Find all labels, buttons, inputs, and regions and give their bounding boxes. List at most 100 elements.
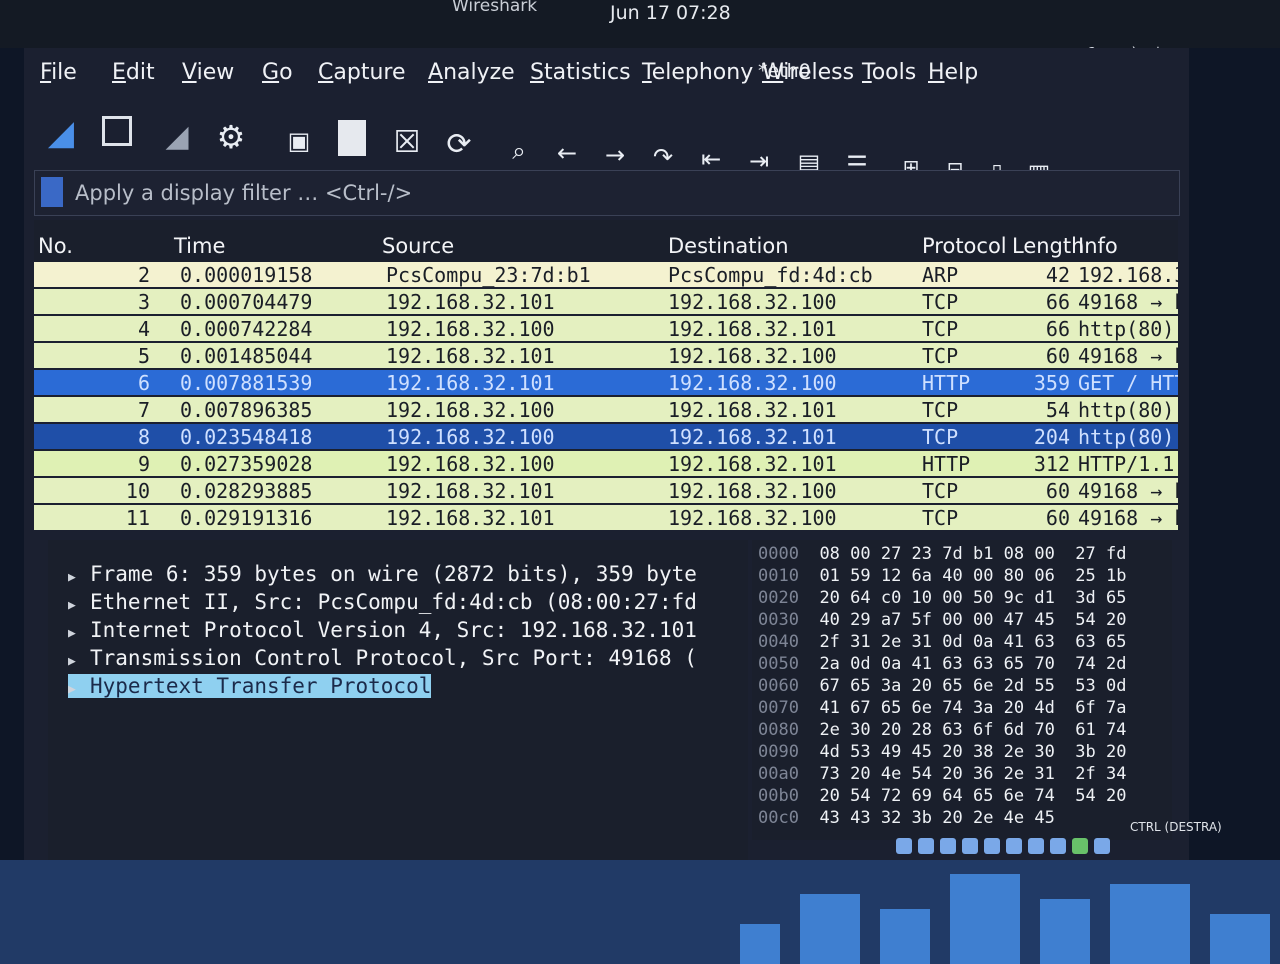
col-source[interactable]: Source: [382, 234, 454, 258]
packet-info: http(80) -: [1078, 317, 1178, 341]
forward-icon[interactable]: →: [596, 136, 634, 174]
packet-row[interactable]: 2 0.000019158 PcsCompu_23:7d:b1 PcsCompu…: [34, 262, 1178, 287]
wallpaper-building: [1210, 914, 1270, 964]
packet-source: 192.168.32.100: [386, 398, 555, 422]
bytes-row[interactable]: 0020 20 64 c0 10 00 50 9c d1 3d 65: [758, 588, 1126, 608]
menu-tools[interactable]: Tools: [862, 60, 916, 85]
detail-text: Ethernet II, Src: PcsCompu_fd:4d:cb (08:…: [90, 590, 697, 614]
packet-time: 0.001485044: [180, 344, 313, 368]
packet-no: 10: [125, 479, 150, 503]
detail-frame[interactable]: ▶ Frame 6: 359 bytes on wire (2872 bits),…: [68, 562, 697, 586]
packet-row[interactable]: 7 0.007896385 192.168.32.100 192.168.32.…: [34, 397, 1178, 422]
bytes-row[interactable]: 00a0 73 20 4e 54 20 36 2e 31 2f 34: [758, 764, 1126, 784]
packet-info: GET / HTTP: [1078, 371, 1178, 395]
byte-hex: 4d 53 49 45 20 38 2e 30 3b 20: [819, 742, 1127, 762]
packet-protocol: TCP: [922, 290, 959, 314]
packet-time: 0.007896385: [180, 398, 313, 422]
shark-fin-icon[interactable]: ◢: [42, 114, 80, 152]
packet-info: 49168 → ht: [1078, 290, 1178, 314]
display-filter-input[interactable]: [73, 175, 877, 211]
menu-analyze[interactable]: Analyze: [428, 60, 515, 85]
packet-destination: 192.168.32.100: [668, 479, 837, 503]
bytes-row[interactable]: 0040 2f 31 2e 31 0d 0a 41 63 63 65: [758, 632, 1126, 652]
options-icon[interactable]: ⚙: [212, 118, 250, 156]
bytes-row[interactable]: 00b0 20 54 72 69 64 65 6e 74 54 20: [758, 786, 1126, 806]
menu-help[interactable]: Help: [928, 60, 978, 85]
packet-no: 3: [137, 290, 150, 314]
menu-bar: File Edit View Go Capture Analyze Statis…: [40, 60, 1180, 100]
packet-protocol: ARP: [922, 263, 959, 287]
shared-folder-icon[interactable]: [1006, 838, 1022, 854]
bookmark-icon[interactable]: [41, 177, 63, 207]
col-protocol[interactable]: Protocol: [922, 234, 1007, 258]
menu-view[interactable]: View: [182, 60, 234, 85]
packet-protocol: HTTP: [922, 371, 971, 395]
col-info[interactable]: Info: [1078, 234, 1118, 258]
packet-row[interactable]: 9 0.027359028 192.168.32.100 192.168.32.…: [34, 451, 1178, 476]
expand-arrow-icon[interactable]: ▶: [68, 682, 90, 697]
reload-icon[interactable]: ⟳: [440, 126, 478, 164]
bytes-row[interactable]: 0080 2e 30 20 28 63 6f 6d 70 61 74: [758, 720, 1126, 740]
detail-ethernet[interactable]: ▶ Ethernet II, Src: PcsCompu_fd:4d:cb (08…: [68, 590, 697, 614]
cpu-icon[interactable]: [1072, 838, 1088, 854]
stop-icon[interactable]: [102, 116, 132, 146]
optical-drive-icon[interactable]: [918, 838, 934, 854]
expand-arrow-icon[interactable]: ▶: [68, 626, 90, 641]
menu-edit[interactable]: Edit: [112, 60, 155, 85]
packet-row-selected[interactable]: 6 0.007881539 192.168.32.101 192.168.32.…: [34, 370, 1178, 395]
packet-length: 312: [1033, 452, 1070, 476]
menu-capture[interactable]: Capture: [318, 60, 406, 85]
menu-file[interactable]: File: [40, 60, 77, 85]
packet-length: 60: [1045, 506, 1070, 530]
find-icon[interactable]: ⌕: [500, 132, 538, 170]
packet-destination: 192.168.32.101: [668, 425, 837, 449]
menu-statistics[interactable]: Statistics: [530, 60, 631, 85]
packet-row[interactable]: 11 0.029191316 192.168.32.101 192.168.32…: [34, 505, 1178, 530]
bytes-row[interactable]: 0000 08 00 27 23 7d b1 08 00 27 fd: [758, 544, 1126, 564]
detail-ipv4[interactable]: ▶ Internet Protocol Version 4, Src: 192.1…: [68, 618, 697, 642]
packet-row[interactable]: 5 0.001485044 192.168.32.101 192.168.32.…: [34, 343, 1178, 368]
bytes-row[interactable]: 0050 2a 0d 0a 41 63 63 65 70 74 2d: [758, 654, 1126, 674]
bytes-row[interactable]: 0010 01 59 12 6a 40 00 80 06 25 1b: [758, 566, 1126, 586]
wallpaper-building: [950, 874, 1020, 964]
network-icon[interactable]: [962, 838, 978, 854]
mouse-integration-icon[interactable]: [1094, 838, 1110, 854]
save-icon[interactable]: [338, 120, 366, 156]
clock[interactable]: Jun 17 07:28: [610, 2, 731, 24]
col-destination[interactable]: Destination: [668, 234, 789, 258]
col-time[interactable]: Time: [174, 234, 225, 258]
back-icon[interactable]: ←: [548, 134, 586, 172]
menu-telephony[interactable]: Telephony: [642, 60, 753, 85]
packet-no: 2: [137, 263, 150, 287]
expand-arrow-icon[interactable]: ▶: [68, 598, 90, 613]
usb-icon[interactable]: [984, 838, 1000, 854]
bytes-row[interactable]: 00c0 43 43 32 3b 20 2e 4e 45: [758, 808, 1075, 828]
wallpaper-building: [1040, 899, 1090, 964]
col-no[interactable]: No.: [38, 234, 73, 258]
detail-http[interactable]: ▶ Hypertext Transfer Protocol: [68, 674, 432, 698]
hard-disk-icon[interactable]: [896, 838, 912, 854]
col-length[interactable]: Length: [1012, 234, 1084, 258]
menu-wireless[interactable]: Wireless: [762, 60, 854, 85]
open-icon[interactable]: ▣: [280, 122, 318, 160]
bytes-row[interactable]: 0030 40 29 a7 5f 00 00 47 45 54 20: [758, 610, 1126, 630]
close-icon[interactable]: ☒: [388, 124, 426, 162]
packet-no: 4: [137, 317, 150, 341]
bytes-row[interactable]: 0060 67 65 3a 20 65 6e 2d 55 53 0d: [758, 676, 1126, 696]
byte-offset: 0070: [758, 698, 799, 718]
packet-row[interactable]: 3 0.000704479 192.168.32.101 192.168.32.…: [34, 289, 1178, 314]
recording-icon[interactable]: [1050, 838, 1066, 854]
bytes-row[interactable]: 0070 41 67 65 6e 74 3a 20 4d 6f 7a: [758, 698, 1126, 718]
restart-icon[interactable]: ◢: [158, 118, 196, 156]
packet-row[interactable]: 4 0.000742284 192.168.32.100 192.168.32.…: [34, 316, 1178, 341]
expand-arrow-icon[interactable]: ▶: [68, 654, 90, 669]
packet-time: 0.007881539: [180, 371, 313, 395]
packet-row-highlighted[interactable]: 8 0.023548418 192.168.32.100 192.168.32.…: [34, 424, 1178, 449]
menu-go[interactable]: Go: [262, 60, 293, 85]
display-icon[interactable]: [1028, 838, 1044, 854]
packet-row[interactable]: 10 0.028293885 192.168.32.101 192.168.32…: [34, 478, 1178, 503]
detail-tcp[interactable]: ▶ Transmission Control Protocol, Src Port…: [68, 646, 697, 670]
audio-icon[interactable]: [940, 838, 956, 854]
bytes-row[interactable]: 0090 4d 53 49 45 20 38 2e 30 3b 20: [758, 742, 1126, 762]
expand-arrow-icon[interactable]: ▶: [68, 570, 90, 585]
